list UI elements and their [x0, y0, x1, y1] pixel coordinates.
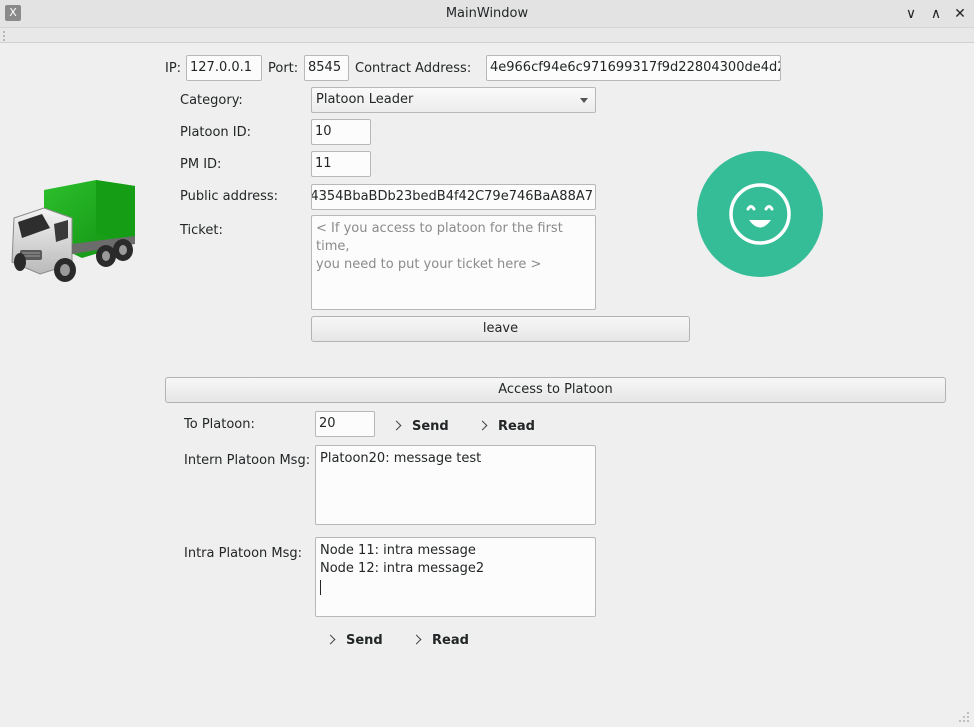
send-button-2-label: Send [346, 633, 383, 648]
contract-address-input[interactable]: 4e966cf94e6c971699317f9d22804300de4d28b8 [486, 55, 781, 81]
category-label: Category: [180, 93, 243, 108]
intern-platoon-msg-label: Intern Platoon Msg: [184, 453, 311, 468]
ip-label: IP: [165, 61, 182, 76]
category-select[interactable]: Platoon Leader [311, 87, 596, 113]
text-cursor [320, 580, 321, 595]
ticket-textarea[interactable]: < If you access to platoon for the first… [311, 215, 596, 310]
window-title: MainWindow [445, 6, 529, 21]
access-to-platoon-button[interactable]: Access to Platoon [165, 377, 946, 403]
read-button[interactable]: Read [477, 418, 535, 436]
contract-address-label: Contract Address: [355, 61, 472, 76]
chevron-down-icon [580, 98, 588, 103]
maximize-button[interactable]: ∧ [926, 4, 946, 24]
close-button[interactable]: ✕ [950, 4, 970, 24]
ticket-label: Ticket: [180, 223, 223, 238]
ip-input[interactable]: 127.0.0.1 [186, 55, 262, 81]
public-address-input[interactable]: A1D4354BbaBDb23bedB4f42C79e746BaA88A7 [311, 184, 596, 210]
pm-id-input[interactable]: 11 [311, 151, 371, 177]
public-address-label: Public address: [180, 189, 279, 204]
chevron-right-icon [477, 420, 488, 431]
category-select-value: Platoon Leader [316, 92, 414, 107]
minimize-button[interactable]: ∨ [901, 4, 921, 24]
read-button-label: Read [498, 419, 535, 434]
chevron-right-icon [411, 634, 422, 645]
send-button-2[interactable]: Send [325, 632, 383, 650]
platoon-id-input[interactable]: 10 [311, 119, 371, 145]
to-platoon-label: To Platoon: [184, 417, 255, 432]
send-button[interactable]: Send [391, 418, 449, 436]
send-button-label: Send [412, 419, 449, 434]
port-input[interactable]: 8545 [304, 55, 349, 81]
pm-id-label: PM ID: [180, 157, 222, 172]
port-label: Port: [268, 61, 299, 76]
toolbar-grip[interactable] [3, 31, 7, 41]
to-platoon-input[interactable]: 20 [315, 411, 375, 437]
platoon-id-label: Platoon ID: [180, 125, 252, 140]
chevron-right-icon [325, 634, 336, 645]
toolbar-strip [0, 28, 974, 43]
intra-platoon-msg-textarea[interactable]: Node 11: intra message Node 12: intra me… [315, 537, 596, 617]
read-button-2[interactable]: Read [411, 632, 469, 650]
truck-icon [10, 178, 140, 286]
intra-platoon-msg-label: Intra Platoon Msg: [184, 546, 303, 561]
read-button-2-label: Read [432, 633, 469, 648]
resize-grip[interactable] [958, 711, 970, 723]
leave-button[interactable]: leave [311, 316, 690, 342]
chevron-right-icon [391, 420, 402, 431]
intern-platoon-msg-textarea[interactable]: Platoon20: message test [315, 445, 596, 525]
smiley-icon [697, 151, 823, 277]
